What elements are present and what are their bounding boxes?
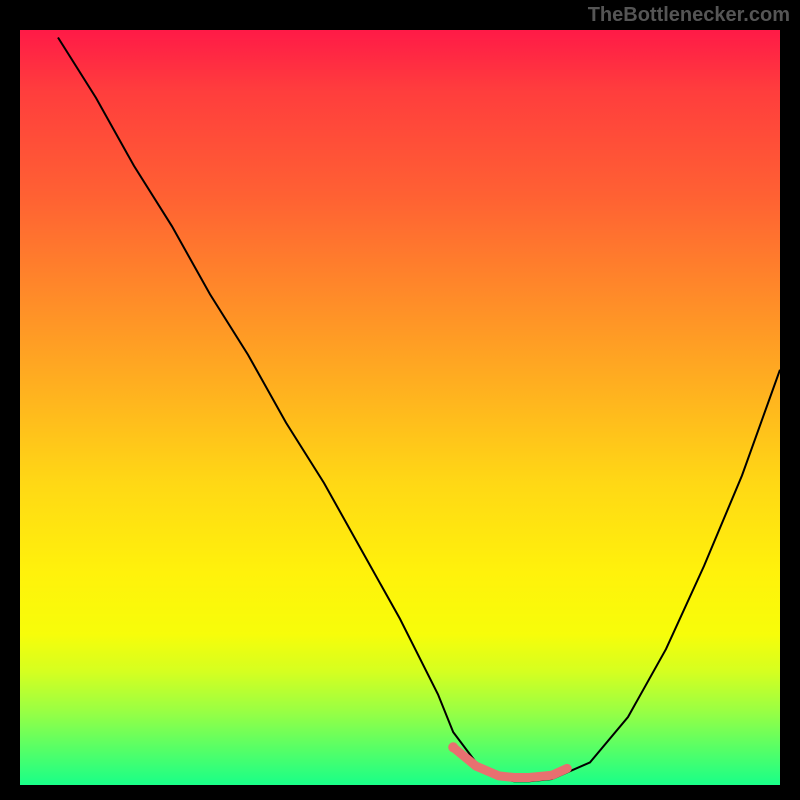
chart-highlight-marker bbox=[448, 742, 458, 752]
chart-line-main bbox=[58, 38, 780, 782]
watermark-text: TheBottlenecker.com bbox=[588, 4, 790, 27]
chart-plot-area bbox=[20, 30, 780, 785]
chart-line-highlight bbox=[453, 747, 567, 777]
